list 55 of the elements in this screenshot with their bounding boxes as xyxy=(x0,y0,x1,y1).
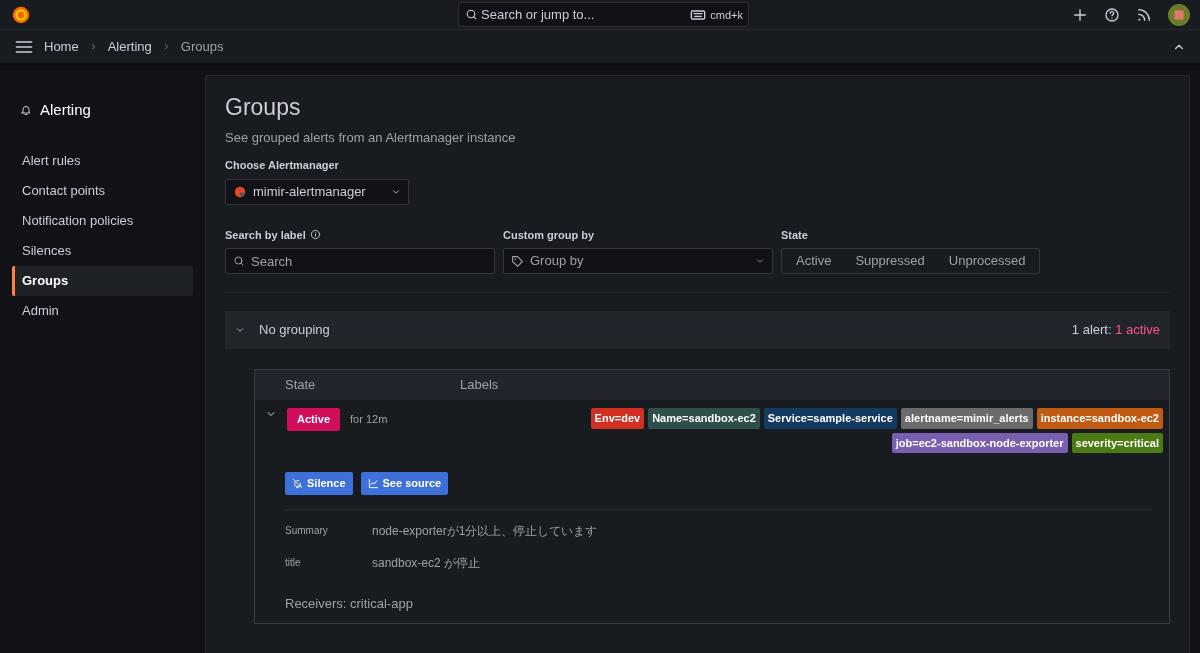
sidebar-item[interactable]: Notification policies xyxy=(12,205,193,236)
sidebar-item[interactable]: Silences xyxy=(12,235,193,266)
sidebar-item[interactable]: Admin xyxy=(12,295,193,326)
state-badge: Active xyxy=(287,408,341,431)
receivers-text: Receivers: critical-app xyxy=(285,594,414,613)
label-tag: job=ec2-sandbox-node-exporter xyxy=(891,432,1068,454)
annotation-key: Summary xyxy=(285,523,372,539)
alert-count: 1 alert: 1 active xyxy=(1071,321,1160,340)
breadcrumb-link[interactable]: Alerting xyxy=(107,36,152,57)
label-tag: alertname=mimir_alerts xyxy=(900,408,1033,429)
chart-icon xyxy=(367,477,379,489)
group-title: No grouping xyxy=(259,321,330,340)
help-icon[interactable] xyxy=(1104,6,1120,23)
see-source-button[interactable]: See source xyxy=(360,472,449,495)
sidebar-item[interactable]: Groups xyxy=(12,265,193,296)
state-filter-option[interactable]: Active xyxy=(784,250,844,273)
column-header: State xyxy=(285,376,317,395)
group-by-select[interactable]: Group by xyxy=(503,248,773,275)
field-label: State xyxy=(781,227,809,243)
silence-button[interactable]: Silence xyxy=(285,472,353,495)
bell-icon xyxy=(20,104,32,117)
alert-duration: for 12m xyxy=(350,412,388,428)
breadcrumb-link[interactable]: Groups xyxy=(180,36,224,57)
field-label: Choose Alertmanager xyxy=(225,158,340,174)
state-filter-option[interactable]: Unprocessed xyxy=(936,250,1038,273)
tag-icon xyxy=(511,254,524,268)
column-header: Labels xyxy=(460,376,499,395)
search-icon xyxy=(233,255,245,268)
rss-icon[interactable] xyxy=(1136,6,1152,23)
search-field[interactable]: Search xyxy=(225,248,495,275)
alertmanager-icon xyxy=(233,184,247,199)
label-tag: instance=sandbox-ec2 xyxy=(1036,408,1163,429)
bell-off-icon xyxy=(292,477,303,489)
info-icon xyxy=(309,229,321,241)
page-subtitle: See grouped alerts from an Alertmanager instance xyxy=(225,128,517,147)
page-title: Groups xyxy=(225,94,302,122)
annotation-value: node-exporterが1分以上、停止しています xyxy=(372,522,598,540)
breadcrumb-link[interactable]: Home xyxy=(44,36,79,57)
search-icon xyxy=(465,8,478,21)
annotation-value: sandbox-ec2 が停止 xyxy=(372,554,481,572)
label-tag: severity=critical xyxy=(1071,432,1163,454)
field-label: Search by label xyxy=(225,227,306,243)
avatar-icon[interactable] xyxy=(1168,3,1190,26)
sidebar-item[interactable]: Alert rules xyxy=(12,145,193,176)
plus-icon[interactable] xyxy=(1072,6,1088,23)
label-tag: Env=dev xyxy=(590,408,645,429)
label-tag: Service=sample-service xyxy=(763,408,897,429)
label-tag: Name=sandbox-ec2 xyxy=(648,408,760,429)
state-filter-option[interactable]: Suppressed xyxy=(843,250,937,273)
shortcut-hint: cmd+k xyxy=(710,8,743,23)
alertmanager-select[interactable]: mimir-alertmanager xyxy=(225,178,409,205)
section-title: Alerting xyxy=(40,100,91,120)
field-label: Custom group by xyxy=(503,227,596,243)
sidebar-item[interactable]: Contact points xyxy=(12,175,193,206)
annotation-key: title xyxy=(285,555,372,571)
